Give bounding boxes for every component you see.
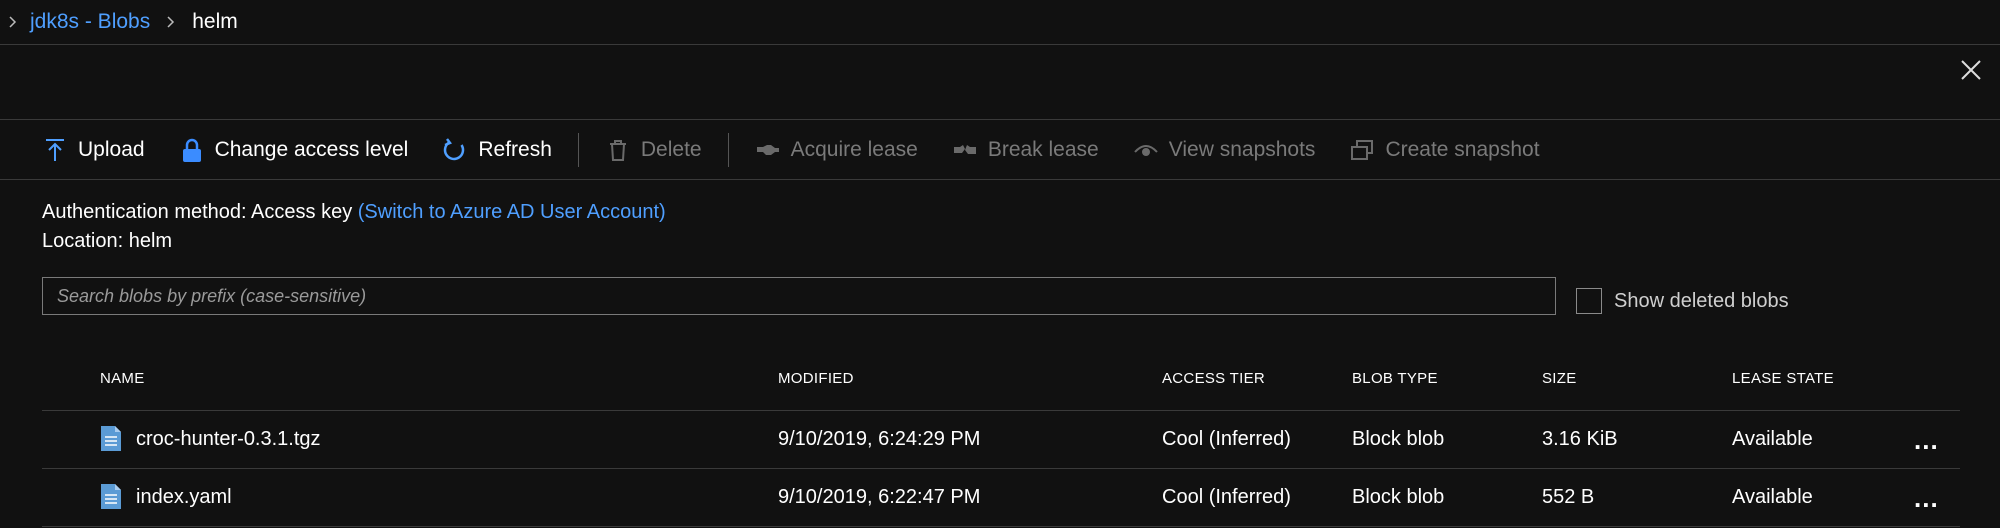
eye-icon <box>1133 144 1158 156</box>
file-icon <box>101 484 121 509</box>
breadcrumb: jdk8s - Blobs helm <box>0 0 2000 45</box>
blob-type: Block blob <box>1352 486 1445 508</box>
refresh-icon <box>444 137 465 160</box>
column-header-lease-state[interactable]: LEASE STATE <box>1732 370 1834 387</box>
column-header-access-tier[interactable]: ACCESS TIER <box>1162 370 1265 387</box>
trash-icon <box>609 139 626 161</box>
refresh-button[interactable]: Refresh <box>442 137 552 163</box>
close-icon[interactable] <box>1958 57 1984 83</box>
blob-name[interactable]: croc-hunter-0.3.1.tgz <box>136 428 321 451</box>
acquire-lease-button[interactable]: Acquire lease <box>755 137 918 163</box>
column-header-name[interactable]: NAME <box>100 370 145 387</box>
search-blobs-input[interactable] <box>42 277 1556 315</box>
change-access-level-button[interactable]: Change access level <box>179 137 409 163</box>
more-options-icon[interactable]: ... <box>1914 483 1939 514</box>
delete-label: Delete <box>640 137 702 161</box>
break-lease-label: Break lease <box>987 137 1099 161</box>
location-label: Location: <box>42 230 124 252</box>
file-icon <box>101 426 121 451</box>
broken-handshake-icon <box>953 144 976 154</box>
upload-icon <box>46 138 64 161</box>
breadcrumb-item-container[interactable]: jdk8s - Blobs <box>30 10 150 34</box>
column-header-blob-type[interactable]: BLOB TYPE <box>1352 370 1438 387</box>
blob-lease-state: Available <box>1732 428 1813 450</box>
blob-type: Block blob <box>1352 428 1445 450</box>
auth-method-value: Access key <box>251 201 353 223</box>
refresh-label: Refresh <box>478 137 552 161</box>
acquire-lease-label: Acquire lease <box>790 137 918 161</box>
table-row[interactable]: index.yaml 9/10/2019, 6:22:47 PM Cool (I… <box>42 469 1960 527</box>
show-deleted-checkbox[interactable] <box>1576 288 1602 314</box>
show-deleted-blobs-toggle[interactable]: Show deleted blobs <box>1576 288 1789 314</box>
upload-button[interactable]: Upload <box>42 137 145 163</box>
view-snapshots-label: View snapshots <box>1168 137 1316 161</box>
column-header-size[interactable]: SIZE <box>1542 370 1577 387</box>
auth-method-label: Authentication method: <box>42 201 247 223</box>
blob-modified: 9/10/2019, 6:24:29 PM <box>778 428 981 450</box>
table-row[interactable]: croc-hunter-0.3.1.tgz 9/10/2019, 6:24:29… <box>42 411 1960 469</box>
auth-method-line: Authentication method: Access key (Switc… <box>42 198 666 227</box>
lock-icon <box>182 138 201 162</box>
chevron-right-icon <box>164 15 178 29</box>
toolbar-divider <box>727 132 729 167</box>
blob-size: 3.16 KiB <box>1542 428 1618 450</box>
breadcrumb-item-current: helm <box>192 10 238 33</box>
view-snapshots-button[interactable]: View snapshots <box>1133 137 1316 163</box>
command-bar: Upload Change access level Refresh Delet… <box>0 120 2000 180</box>
snapshot-icon <box>1351 139 1374 160</box>
create-snapshot-button[interactable]: Create snapshot <box>1349 137 1540 163</box>
upload-label: Upload <box>78 137 145 161</box>
column-header-modified[interactable]: MODIFIED <box>778 370 854 387</box>
container-info: Authentication method: Access key (Switc… <box>42 198 666 256</box>
change-access-label: Change access level <box>214 137 409 161</box>
break-lease-button[interactable]: Break lease <box>952 137 1099 163</box>
delete-button[interactable]: Delete <box>605 137 702 163</box>
location-line: Location: helm <box>42 227 666 256</box>
location-value: helm <box>128 230 173 252</box>
handshake-icon <box>756 144 779 155</box>
blob-lease-state: Available <box>1732 486 1813 508</box>
blob-modified: 9/10/2019, 6:22:47 PM <box>778 486 981 508</box>
panel-header <box>0 45 2000 120</box>
chevron-right-icon[interactable] <box>6 15 20 29</box>
blob-name[interactable]: index.yaml <box>136 486 232 509</box>
create-snapshot-label: Create snapshot <box>1385 137 1540 161</box>
more-options-icon[interactable]: ... <box>1914 425 1939 456</box>
table-header: NAME MODIFIED ACCESS TIER BLOB TYPE SIZE… <box>42 356 1960 411</box>
blob-table: NAME MODIFIED ACCESS TIER BLOB TYPE SIZE… <box>42 356 1960 527</box>
blob-access-tier: Cool (Inferred) <box>1162 428 1291 450</box>
show-deleted-label: Show deleted blobs <box>1614 289 1789 312</box>
blob-size: 552 B <box>1542 486 1595 508</box>
switch-auth-link[interactable]: (Switch to Azure AD User Account) <box>358 201 666 223</box>
blob-access-tier: Cool (Inferred) <box>1162 486 1291 508</box>
toolbar-divider <box>577 132 579 167</box>
